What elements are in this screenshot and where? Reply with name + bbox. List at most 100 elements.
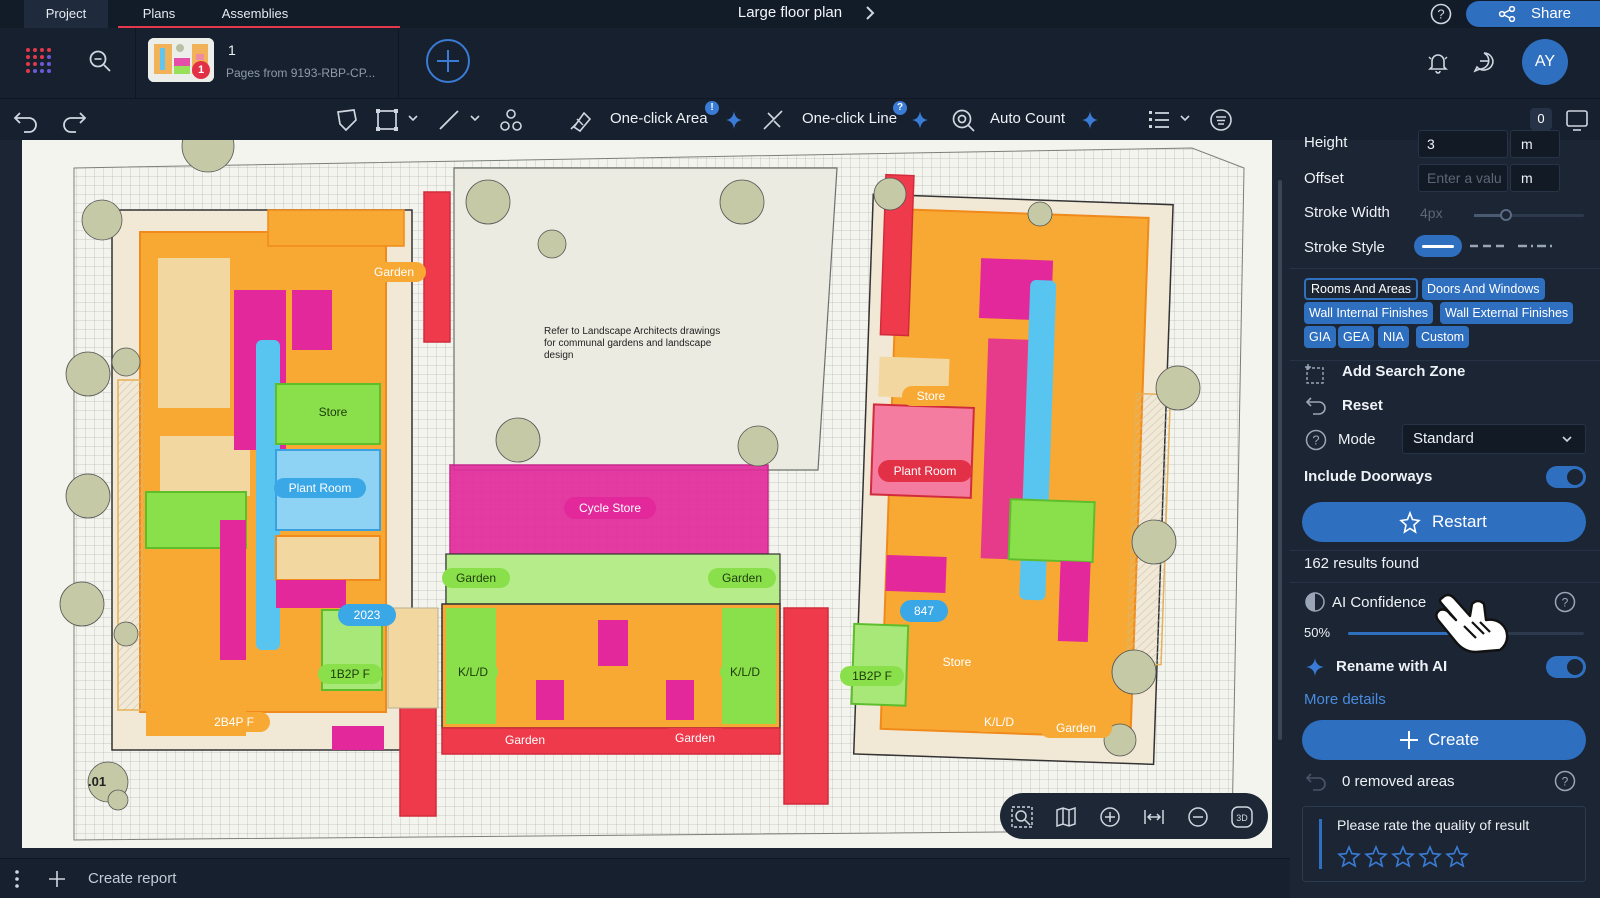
chevron-down-icon[interactable]	[468, 113, 482, 123]
help-icon[interactable]: ?	[1554, 770, 1576, 792]
more-details-link[interactable]: More details	[1304, 691, 1386, 708]
help-icon[interactable]: ?	[1304, 428, 1328, 452]
undo-icon[interactable]	[12, 107, 40, 133]
chip-doors-and-windows[interactable]: Doors And Windows	[1422, 278, 1545, 300]
polygon-tool-icon[interactable]	[334, 107, 360, 133]
comments-icon[interactable]	[1472, 50, 1496, 74]
tab-plans[interactable]: Plans	[123, 0, 195, 28]
star-icon[interactable]	[1418, 845, 1442, 869]
chip-nia[interactable]: NIA	[1378, 326, 1409, 348]
chip-wall-external-finishes[interactable]: Wall External Finishes	[1440, 302, 1574, 324]
auto-count-icon[interactable]	[950, 107, 976, 133]
auto-count-button[interactable]: Auto Count	[990, 110, 1065, 127]
map-icon[interactable]	[1054, 805, 1078, 829]
star-icon[interactable]	[1337, 845, 1361, 869]
chip-custom[interactable]: Custom	[1416, 326, 1470, 348]
offset-unit-select[interactable]: m	[1510, 164, 1560, 192]
notification-bell-icon[interactable]	[1426, 50, 1450, 74]
one-click-area-icon[interactable]	[568, 107, 596, 133]
fit-width-icon[interactable]	[1142, 805, 1166, 829]
area-label[interactable]: K/L/D	[448, 662, 498, 682]
filter-icon[interactable]	[1208, 107, 1234, 133]
mode-select[interactable]: Standard	[1402, 424, 1586, 454]
area-label[interactable]: Garden	[660, 728, 730, 748]
add-zone-icon[interactable]	[1304, 362, 1328, 386]
one-click-line-icon[interactable]	[760, 107, 788, 133]
zoom-out-icon[interactable]	[1186, 805, 1210, 829]
chip-wall-internal-finishes[interactable]: Wall Internal Finishes	[1304, 302, 1434, 324]
list-icon[interactable]	[1146, 107, 1172, 133]
help-icon[interactable]: ?	[1554, 591, 1576, 613]
drawing-canvas[interactable]: Refer to Landscape Architects drawings f…	[0, 140, 1290, 858]
search-zoom-icon[interactable]	[88, 49, 112, 73]
offset-input[interactable]: Enter a valu	[1418, 164, 1508, 192]
count-tool-icon[interactable]	[498, 107, 524, 133]
tab-assemblies[interactable]: Assemblies	[205, 0, 305, 28]
area-label[interactable]: 1B2P F	[840, 666, 904, 686]
help-icon[interactable]: ?	[1430, 3, 1452, 25]
chip-gea[interactable]: GEA	[1338, 326, 1375, 348]
add-search-zone-button[interactable]: Add Search Zone	[1342, 363, 1465, 380]
vertical-scrollbar[interactable]	[1278, 180, 1282, 740]
create-report-button[interactable]: Create report	[88, 870, 176, 887]
area-label[interactable]: Garden	[442, 568, 510, 588]
star-icon[interactable]	[1391, 845, 1415, 869]
area-label[interactable]: Store	[304, 402, 362, 422]
line-tool-icon[interactable]	[436, 107, 462, 133]
include-doorways-toggle[interactable]	[1546, 466, 1586, 488]
apps-grid-icon[interactable]	[24, 46, 56, 78]
count-label[interactable]: 847	[900, 600, 948, 622]
share-button[interactable]: Share	[1466, 1, 1600, 27]
stroke-style-solid[interactable]	[1414, 235, 1462, 257]
restart-button[interactable]: Restart	[1302, 502, 1586, 542]
area-label[interactable]: Garden	[708, 568, 776, 588]
3d-view-icon[interactable]: 3D	[1230, 805, 1254, 829]
area-label[interactable]: Store	[902, 386, 960, 406]
chevron-down-icon[interactable]	[1560, 434, 1574, 444]
area-label[interactable]: Plant Room	[274, 478, 366, 498]
area-label[interactable]: Garden	[1040, 718, 1112, 738]
zoom-in-icon[interactable]	[1098, 805, 1122, 829]
area-label[interactable]: Garden	[362, 262, 426, 282]
page-title[interactable]: Large floor plan	[700, 0, 880, 28]
chip-gia[interactable]: GIA	[1304, 326, 1336, 348]
reset-button[interactable]: Reset	[1342, 397, 1383, 414]
area-label[interactable]: K/L/D	[720, 662, 770, 682]
height-unit-select[interactable]: m	[1510, 130, 1560, 158]
rectangle-tool-icon[interactable]	[374, 107, 400, 133]
stroke-style-dashdot[interactable]	[1516, 240, 1556, 252]
more-vertical-icon[interactable]	[12, 869, 22, 889]
area-label[interactable]: Garden	[490, 730, 560, 750]
count-label[interactable]: 2023	[338, 604, 396, 626]
stroke-width-handle[interactable]	[1500, 209, 1512, 221]
create-button[interactable]: Create	[1302, 720, 1586, 760]
chevron-right-icon[interactable]	[862, 4, 878, 22]
redo-icon[interactable]	[60, 107, 88, 133]
panel-toggle-icon[interactable]	[1564, 107, 1590, 133]
rename-with-ai-toggle[interactable]	[1546, 656, 1586, 678]
chevron-down-icon[interactable]	[1178, 113, 1192, 123]
area-label[interactable]: Plant Room	[878, 460, 972, 482]
zoom-area-icon[interactable]	[1010, 805, 1034, 829]
tab-project[interactable]: Project	[24, 0, 108, 28]
floor-plan-drawing[interactable]: Refer to Landscape Architects drawings f…	[22, 140, 1272, 848]
one-click-area-button[interactable]: One-click Area	[610, 110, 708, 127]
undo-removed-icon[interactable]	[1304, 770, 1328, 794]
area-label[interactable]: 1B2P F	[318, 664, 382, 684]
star-icon[interactable]	[1364, 845, 1388, 869]
user-avatar[interactable]: AY	[1522, 39, 1568, 85]
chevron-down-icon[interactable]	[406, 113, 420, 123]
stroke-style-dashed[interactable]	[1468, 240, 1508, 252]
add-document-icon[interactable]	[425, 38, 471, 84]
area-label[interactable]: Store	[928, 652, 986, 672]
star-icon[interactable]	[1445, 845, 1469, 869]
chip-rooms-and-areas[interactable]: Rooms And Areas	[1304, 278, 1419, 300]
plus-icon[interactable]	[46, 868, 68, 890]
area-label[interactable]: K/L/D	[972, 712, 1026, 732]
one-click-line-button[interactable]: One-click Line	[802, 110, 897, 127]
reset-icon[interactable]	[1304, 394, 1328, 418]
height-input[interactable]: 3	[1418, 130, 1508, 158]
floor-plan-page[interactable]: Refer to Landscape Architects drawings f…	[22, 140, 1272, 848]
area-label[interactable]: 2B4P F	[198, 712, 270, 732]
area-label[interactable]: Cycle Store	[564, 497, 656, 519]
